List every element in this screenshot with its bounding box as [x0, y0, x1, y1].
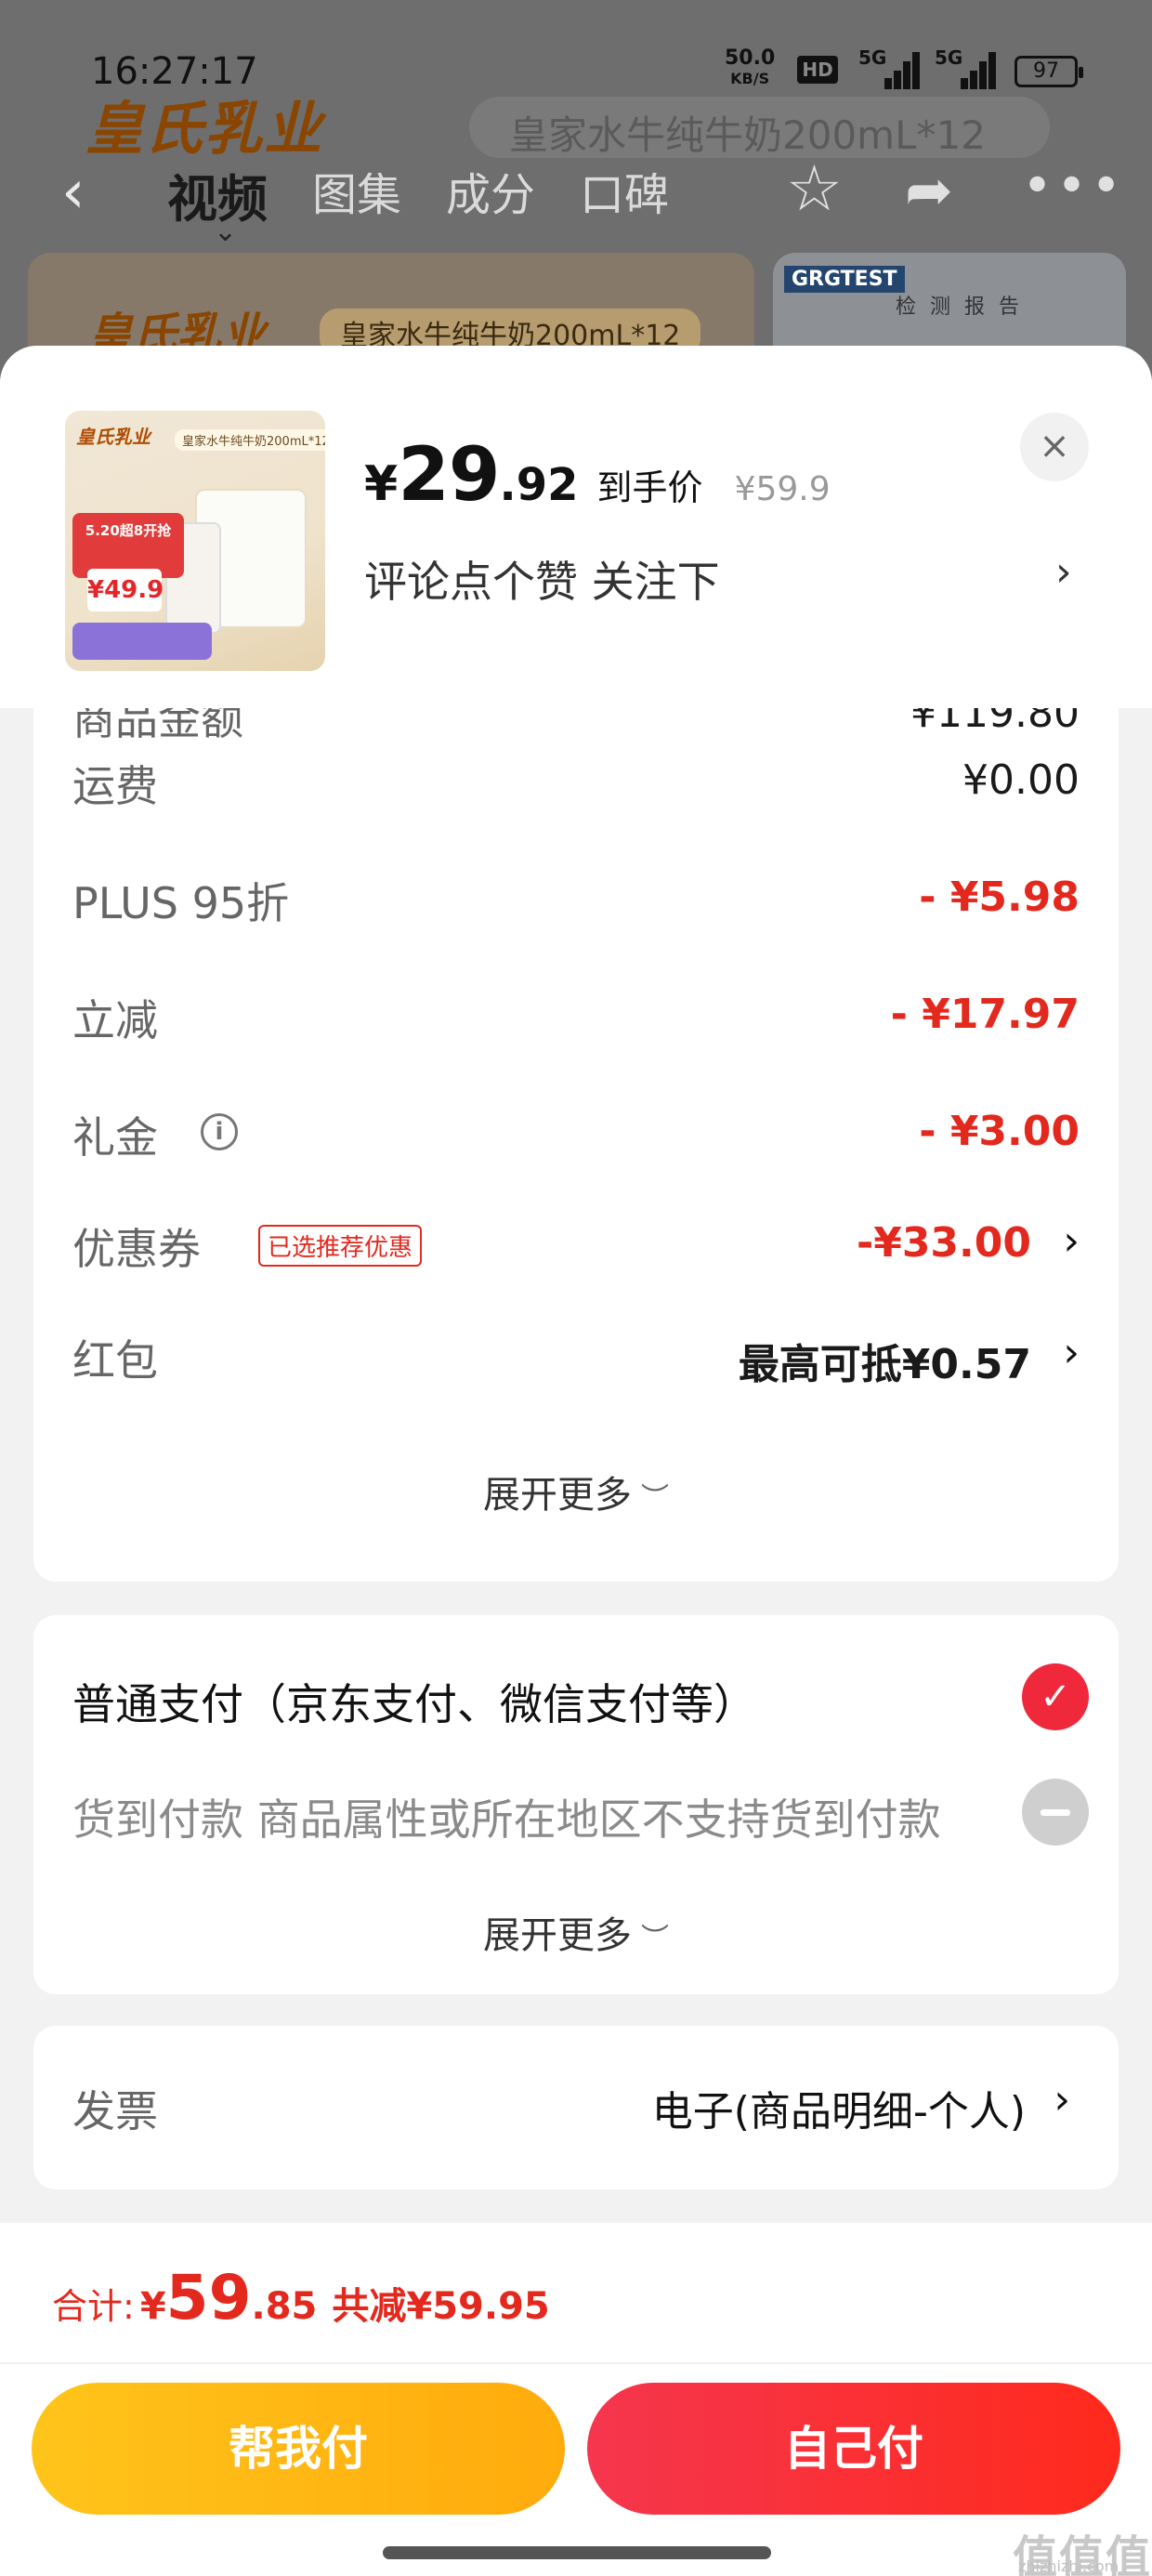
fee-label: 优惠券 — [72, 1224, 201, 1274]
help-me-pay-button[interactable]: 帮我付 — [32, 2383, 565, 2515]
fee-value: ¥0.00 — [962, 756, 1080, 804]
fee-row-coupon[interactable]: 优惠券 已选推荐优惠 -¥33.00 › — [72, 1216, 1080, 1281]
expand-more-button[interactable]: 展开更多 ︶ — [33, 1465, 1119, 1518]
payment-method-card: 普通支付（京东支付、微信支付等） ✓ 货到付款 商品属性或所在地区不支持货到付款… — [33, 1615, 1119, 1994]
fee-row-red-packet[interactable]: 红包 最高可抵¥0.57 › — [72, 1327, 1080, 1392]
original-price: ¥59.9 — [734, 470, 831, 508]
thumb-title: 皇家水牛纯牛奶200mL*12 — [175, 429, 325, 451]
checkout-footer: 合计: ¥ 59 .85 共减¥59.95 帮我付 自己付 值值值 zhizhi… — [0, 2223, 1152, 2576]
expand-more-button[interactable]: 展开更多 ︶ — [33, 1905, 1119, 1959]
total-amount: 合计: ¥ 59 .85 共减¥59.95 — [52, 2262, 550, 2333]
signal-icon-2: 5G — [935, 46, 996, 89]
tab-gallery[interactable]: 图集 — [312, 158, 401, 231]
background-product-page: 16:27:17 50.0 KB/S HD 5G 5G 97 皇氏乳业 皇家水牛… — [0, 0, 1152, 390]
chevron-down-icon: ︶ — [641, 1482, 669, 1515]
brand-logo: 皇氏乳业 — [85, 95, 324, 163]
chevron-right-icon[interactable]: › — [1055, 548, 1072, 596]
signal-icon: 5G — [858, 46, 920, 89]
expand-more-label: 展开更多 — [483, 1914, 632, 1957]
chevron-right-icon: › — [1063, 1217, 1080, 1265]
invoice-card[interactable]: 发票 电子(商品明细-个人) › — [33, 2026, 1119, 2189]
total-savings: 共减¥59.95 — [332, 2285, 550, 2328]
battery-icon: 97 — [1015, 56, 1083, 87]
chevron-right-icon: › — [1063, 1329, 1080, 1376]
fee-value: 最高可抵¥0.57 — [738, 1341, 1031, 1388]
invoice-label: 发票 — [72, 2086, 158, 2136]
signal-label: 5G — [858, 46, 887, 69]
fee-label: 运费 — [72, 761, 158, 811]
total-integer: 59 — [165, 2262, 252, 2333]
thumb-price: ¥49.9 — [87, 569, 164, 611]
info-icon[interactable]: i — [201, 1113, 238, 1150]
final-price: ¥ 29 .92 到手价 ¥59.9 — [364, 431, 831, 518]
product-thumbnail: 皇氏乳业 皇家水牛纯牛奶200mL*12 5.20超8开抢 ¥49.9 — [65, 411, 325, 671]
tab-ingredients[interactable]: 成分 — [446, 158, 535, 231]
share-icon[interactable]: ➦ — [905, 156, 953, 224]
fee-value: - ¥17.97 — [890, 991, 1080, 1038]
product-title: 皇家水牛纯牛奶200mL*12 — [509, 112, 986, 158]
fee-row-gift-money: 礼金 i - ¥3.00 — [72, 1104, 1080, 1169]
payment-option-normal[interactable]: 普通支付（京东支付、微信支付等） ✓ — [72, 1663, 1089, 1738]
price-integer: 29 — [398, 431, 500, 518]
invoice-value: 电子(商品明细-个人) — [651, 2088, 1026, 2136]
signal-label-2: 5G — [935, 46, 963, 69]
payment-option-cod: 货到付款 商品属性或所在地区不支持货到付款 — [72, 1779, 1089, 1853]
thumb-footer-banner — [72, 623, 212, 660]
thumb-brand: 皇氏乳业 — [76, 426, 151, 448]
chevron-right-icon: › — [1054, 2076, 1070, 2123]
fee-value: -¥33.00 — [856, 1219, 1031, 1267]
network-speed-value: 50.0 — [725, 46, 776, 70]
fee-label: 红包 — [72, 1335, 158, 1386]
price-tag: 到手价 — [596, 467, 703, 508]
report-logo: GRGTEST — [784, 266, 905, 293]
tab-reviews[interactable]: 口碑 — [580, 158, 669, 231]
back-icon[interactable]: ‹ — [61, 158, 85, 227]
price-decimal: .92 — [499, 459, 579, 511]
fee-value: ¥119.80 — [910, 708, 1080, 737]
home-indicator[interactable] — [383, 2546, 771, 2559]
fee-label: PLUS 95折 — [72, 878, 290, 928]
coupon-badge: 已选推荐优惠 — [258, 1225, 423, 1267]
total-label: 合计: — [52, 2286, 135, 2327]
fee-row-shipping: 运费 ¥0.00 — [72, 753, 1080, 818]
fee-label: 立减 — [72, 995, 158, 1045]
payment-option-label: 货到付款 商品属性或所在地区不支持货到付款 — [72, 1794, 941, 1845]
pay-myself-button[interactable]: 自己付 — [587, 2383, 1120, 2515]
fee-value: - ¥5.98 — [919, 874, 1080, 921]
fee-label: 商品金额 — [72, 708, 243, 744]
watermark-url: zhizhizhi.com — [1018, 2557, 1119, 2575]
network-speed: 50.0 KB/S — [725, 48, 775, 89]
product-summary: 皇氏乳业 皇家水牛纯牛奶200mL*12 5.20超8开抢 ¥49.9 ¥ 29… — [0, 346, 1152, 708]
fee-row-instant-discount: 立减 - ¥17.97 — [72, 987, 1080, 1052]
fee-breakdown-card: 商品金额 ¥119.80 运费 ¥0.00 PLUS 95折 - ¥5.98 立… — [33, 708, 1119, 1582]
checkmark-icon[interactable]: ✓ — [1022, 1663, 1089, 1730]
hd-icon: HD — [797, 56, 838, 84]
chevron-down-icon: ︶ — [641, 1923, 669, 1955]
fee-value: - ¥3.00 — [919, 1108, 1080, 1155]
chevron-down-icon: ⌄ — [214, 216, 238, 248]
expand-more-label: 展开更多 — [483, 1474, 632, 1517]
report-title: 检 测 报 告 — [896, 296, 1023, 319]
fee-label: 礼金 — [72, 1112, 158, 1163]
network-speed-unit: KB/S — [730, 70, 770, 87]
star-icon[interactable]: ☆ — [786, 152, 843, 226]
divider — [0, 2362, 1152, 2364]
more-icon[interactable]: ••• — [1022, 156, 1125, 217]
payment-option-label: 普通支付（京东支付、微信支付等） — [72, 1679, 756, 1729]
total-currency: ¥ — [139, 2285, 166, 2328]
close-icon[interactable]: × — [1020, 413, 1089, 481]
fee-row-plus-discount: PLUS 95折 - ¥5.98 — [72, 870, 1080, 935]
price-currency: ¥ — [364, 456, 399, 512]
total-decimal: .85 — [251, 2285, 318, 2328]
fee-row-goods-amount: 商品金额 ¥119.80 — [72, 708, 1080, 751]
media-tabs: 视频 图集 成分 口碑 — [167, 158, 669, 231]
comment-prompt[interactable]: 评论点个赞 关注下 — [364, 548, 720, 610]
disabled-icon — [1022, 1779, 1089, 1846]
